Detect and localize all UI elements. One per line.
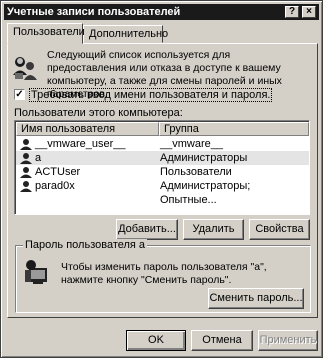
title-bar: Учетные записи пользователей ? × — [4, 4, 319, 20]
add-user-button[interactable]: Добавить... — [116, 219, 178, 240]
column-header-username[interactable]: Имя пользователя — [16, 122, 159, 136]
user-group: __vmware__ — [160, 138, 223, 150]
ok-button[interactable]: OK — [126, 330, 186, 351]
password-group-caption: Пароль пользователя a — [23, 239, 148, 251]
table-row[interactable]: __vmware_user__ __vmware__ — [16, 137, 309, 151]
user-icon — [20, 139, 32, 150]
user-group: Администраторы — [160, 152, 248, 164]
users-list-caption: Пользователи этого компьютера: — [14, 107, 183, 119]
change-password-button[interactable]: Сменить пароль... — [208, 288, 304, 309]
user-name: a — [35, 152, 42, 164]
user-name: __vmware_user__ — [35, 138, 126, 150]
table-row[interactable]: a Администраторы — [16, 151, 309, 165]
list-header: Имя пользователя Группа — [16, 122, 309, 136]
properties-button[interactable]: Свойства — [249, 219, 310, 240]
require-password-checkbox[interactable]: ✓ — [14, 89, 25, 100]
apply-button[interactable]: Применить — [258, 330, 318, 351]
password-hint-text: Чтобы изменить пароль пользователя "a", … — [61, 261, 267, 286]
close-button[interactable]: × — [302, 6, 316, 18]
user-icon — [20, 167, 32, 178]
table-row[interactable]: ACTUser Пользователи — [16, 165, 309, 179]
help-button[interactable]: ? — [285, 6, 299, 18]
remove-user-button[interactable]: Удалить — [183, 219, 244, 240]
column-header-group[interactable]: Группа — [159, 122, 309, 136]
tab-advanced[interactable]: Дополнительно — [83, 25, 168, 43]
user-group: Администраторы; Опытные... — [160, 180, 251, 206]
user-icon — [20, 153, 32, 164]
user-password-icon — [25, 260, 47, 284]
users-icon — [13, 57, 37, 80]
tab-users[interactable]: Пользователи — [7, 23, 85, 44]
user-accounts-dialog: Учетные записи пользователей ? × Пользов… — [0, 0, 323, 358]
table-row[interactable]: parad0x Администраторы; Опытные... — [16, 179, 309, 206]
user-name: ACTUser — [35, 166, 81, 178]
window-title: Учетные записи пользователей — [7, 6, 181, 18]
user-name: parad0x — [35, 180, 75, 192]
user-group: Пользователи — [160, 166, 232, 178]
users-list[interactable]: Имя пользователя Группа __vmware_user__ … — [14, 120, 310, 215]
require-password-label[interactable]: Требовать ввод имени пользователя и паро… — [29, 88, 273, 102]
cancel-button[interactable]: Отмена — [191, 330, 253, 351]
user-icon — [20, 181, 32, 192]
